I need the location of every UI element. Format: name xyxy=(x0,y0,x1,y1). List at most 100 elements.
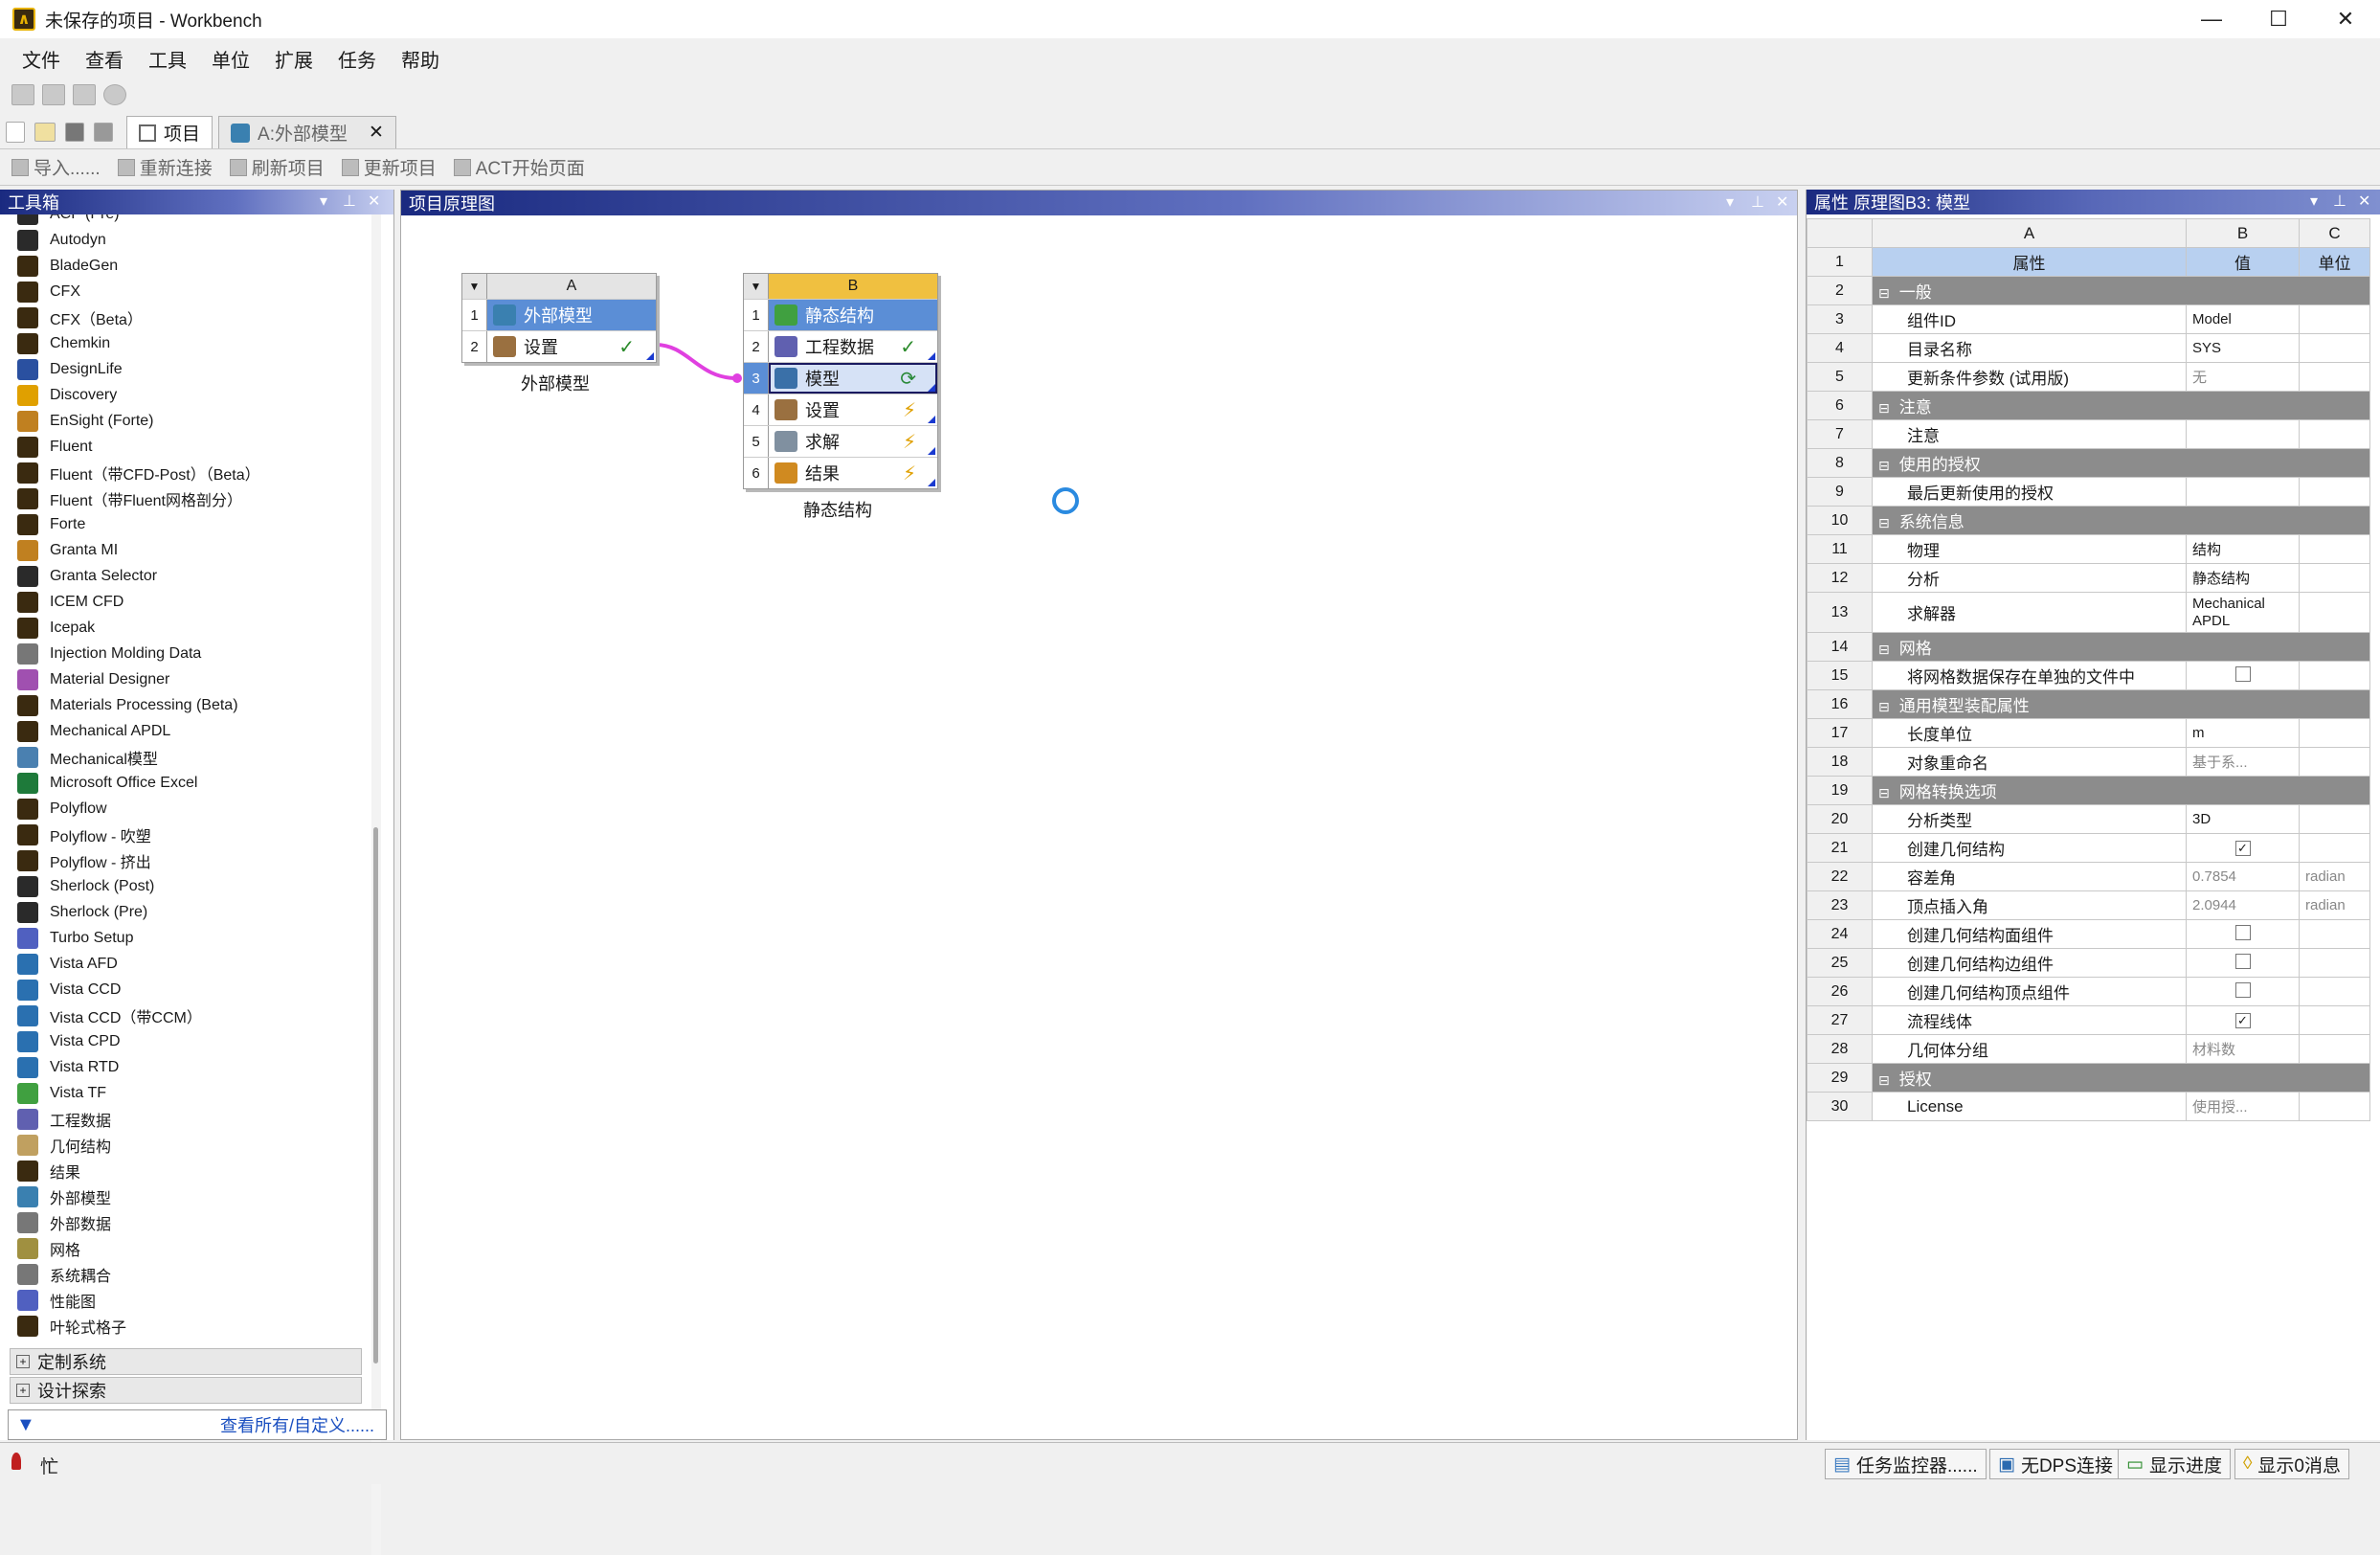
toolbox-item[interactable]: 外部模型 xyxy=(0,1183,368,1209)
property-value[interactable]: Mechanical APDL xyxy=(2186,592,2300,633)
save-as-icon[interactable] xyxy=(94,123,113,142)
property-row[interactable]: 11 物理 结构 xyxy=(1807,534,2370,564)
update-project-button[interactable]: 更新项目 xyxy=(341,154,437,180)
toolbox-item[interactable]: Vista CCD（带CCM） xyxy=(0,1003,368,1028)
property-value[interactable]: 2.0944 xyxy=(2186,890,2300,920)
group-design-exploration[interactable]: + 设计探索 xyxy=(10,1377,362,1404)
pin-icon[interactable]: ⊥ xyxy=(343,192,356,211)
toolbox-item[interactable]: Injection Molding Data xyxy=(0,641,368,666)
checkbox[interactable] xyxy=(2234,981,2251,998)
section-label[interactable]: ⊟ 通用模型装配属性 xyxy=(1872,689,2370,719)
close-tab-icon[interactable]: ✕ xyxy=(369,122,384,144)
system-menu-dropdown[interactable]: ▼ xyxy=(462,274,487,299)
property-value[interactable]: 3D xyxy=(2186,804,2300,834)
save-disk-icon[interactable] xyxy=(65,123,84,142)
toolbox-item[interactable]: 工程数据 xyxy=(0,1106,368,1132)
panel-menu-icon[interactable]: ▾ xyxy=(2310,192,2318,211)
property-row[interactable]: 26 创建几何结构顶点组件 xyxy=(1807,977,2370,1006)
property-row[interactable]: 18 对象重命名 基于系... xyxy=(1807,747,2370,777)
menu-help[interactable]: 帮助 xyxy=(389,45,452,73)
property-value[interactable]: 基于系... xyxy=(2186,747,2300,777)
property-value[interactable]: SYS xyxy=(2186,333,2300,363)
toolbox-item[interactable]: Granta Selector xyxy=(0,563,368,589)
menu-extensions[interactable]: 扩展 xyxy=(262,45,326,73)
toolbox-item[interactable]: Material Designer xyxy=(0,666,368,692)
collapse-icon[interactable]: ⊟ xyxy=(1878,458,1890,473)
property-value[interactable]: 静态结构 xyxy=(2186,563,2300,593)
property-value[interactable] xyxy=(2186,948,2300,978)
property-section-row[interactable]: 2 ⊟ 一般 xyxy=(1807,276,2370,305)
show-progress-button[interactable]: ▭ 显示进度 xyxy=(2118,1449,2231,1479)
property-row[interactable]: 22 容差角 0.7854 radian xyxy=(1807,862,2370,891)
toolbox-item[interactable]: Discovery xyxy=(0,382,368,408)
property-row[interactable]: 15 将网格数据保存在单独的文件中 xyxy=(1807,661,2370,690)
property-row[interactable]: 17 长度单位 m xyxy=(1807,718,2370,748)
property-row[interactable]: 9 最后更新使用的授权 xyxy=(1807,477,2370,507)
task-monitor-button[interactable]: ▤ 任务监控器...... xyxy=(1825,1449,1987,1479)
collapse-icon[interactable]: ⊟ xyxy=(1878,400,1890,416)
toolbox-item[interactable]: Granta MI xyxy=(0,537,368,563)
toolbox-item[interactable]: Autodyn xyxy=(0,227,368,253)
checkbox[interactable] xyxy=(2234,953,2251,969)
toolbox-item[interactable]: Turbo Setup xyxy=(0,925,368,951)
section-label[interactable]: ⊟ 授权 xyxy=(1872,1063,2370,1093)
toolbox-item[interactable]: 系统耦合 xyxy=(0,1261,368,1287)
property-row[interactable]: 27 流程线体 ✓ xyxy=(1807,1005,2370,1035)
property-value[interactable]: 0.7854 xyxy=(2186,862,2300,891)
checkbox[interactable]: ✓ xyxy=(2234,841,2251,856)
toolbox-item[interactable]: CFX（Beta） xyxy=(0,304,368,330)
system-a-caption[interactable]: 外部模型 xyxy=(521,371,590,395)
system-b-caption[interactable]: 静态结构 xyxy=(803,497,872,522)
toolbox-item[interactable]: DesignLife xyxy=(0,356,368,382)
toolbox-item[interactable]: Forte xyxy=(0,511,368,537)
tab-project[interactable]: 项目 xyxy=(126,116,213,148)
show-messages-button[interactable]: ◊ 显示0消息 xyxy=(2234,1449,2349,1479)
toolbox-item[interactable]: Vista AFD xyxy=(0,951,368,977)
collapse-icon[interactable]: ⊟ xyxy=(1878,785,1890,800)
property-value[interactable] xyxy=(2186,419,2300,449)
toolbox-item[interactable]: Chemkin xyxy=(0,330,368,356)
property-row[interactable]: 5 更新条件参数 (试用版) 无 xyxy=(1807,362,2370,392)
checkbox[interactable] xyxy=(2234,924,2251,940)
property-value[interactable] xyxy=(2186,661,2300,690)
property-row[interactable]: 3 组件ID Model xyxy=(1807,304,2370,334)
property-row[interactable]: 4 目录名称 SYS xyxy=(1807,333,2370,363)
view-all-customize-link[interactable]: ▼ 查看所有/自定义...... xyxy=(8,1409,387,1440)
toolbox-item[interactable]: Vista TF xyxy=(0,1080,368,1106)
property-value[interactable]: m xyxy=(2186,718,2300,748)
toolbox-item[interactable]: Sherlock (Pre) xyxy=(0,899,368,925)
toolbox-scrollbar[interactable] xyxy=(371,214,381,1555)
toolbox-item[interactable]: Mechanical模型 xyxy=(0,744,368,770)
toolbox-item[interactable]: ACP (Pre) xyxy=(0,214,368,227)
property-row[interactable]: 30 License 使用授... xyxy=(1807,1092,2370,1121)
toolbox-item[interactable]: CFX xyxy=(0,279,368,304)
property-value[interactable]: 结构 xyxy=(2186,534,2300,564)
menu-file[interactable]: 文件 xyxy=(10,45,73,73)
property-value[interactable]: Model xyxy=(2186,304,2300,334)
section-label[interactable]: ⊟ 注意 xyxy=(1872,391,2370,420)
toolbox-item[interactable]: Vista RTD xyxy=(0,1054,368,1080)
reconnect-button[interactable]: 重新连接 xyxy=(117,154,213,180)
property-section-row[interactable]: 16 ⊟ 通用模型装配属性 xyxy=(1807,689,2370,719)
cell-b3[interactable]: 3 模型 ⟳ xyxy=(744,362,937,394)
save-icon[interactable] xyxy=(73,84,96,105)
property-value[interactable]: ✓ xyxy=(2186,833,2300,863)
dps-connection-button[interactable]: ▣ 无DPS连接 xyxy=(1989,1449,2122,1479)
toolbox-item[interactable]: 几何结构 xyxy=(0,1132,368,1158)
toolbox-item[interactable]: Vista CPD xyxy=(0,1028,368,1054)
cell-b1[interactable]: 1 静态结构 xyxy=(744,299,937,330)
toolbox-item[interactable]: Materials Processing (Beta) xyxy=(0,692,368,718)
tab-external-model[interactable]: A:外部模型 ✕ xyxy=(218,116,396,148)
property-row[interactable]: 25 创建几何结构边组件 xyxy=(1807,948,2370,978)
section-label[interactable]: ⊟ 一般 xyxy=(1872,276,2370,305)
toolbox-item[interactable]: Fluent xyxy=(0,434,368,460)
menu-view[interactable]: 查看 xyxy=(73,45,136,73)
toolbox-item[interactable]: EnSight (Forte) xyxy=(0,408,368,434)
toolbox-item[interactable]: Sherlock (Post) xyxy=(0,873,368,899)
cell-a1[interactable]: 1 外部模型 xyxy=(462,299,656,330)
cell-b4[interactable]: 4 设置 ⚡ xyxy=(744,394,937,425)
property-section-row[interactable]: 14 ⊟ 网格 xyxy=(1807,632,2370,662)
property-section-row[interactable]: 10 ⊟ 系统信息 xyxy=(1807,506,2370,535)
property-section-row[interactable]: 29 ⊟ 授权 xyxy=(1807,1063,2370,1093)
toolbox-item[interactable]: BladeGen xyxy=(0,253,368,279)
